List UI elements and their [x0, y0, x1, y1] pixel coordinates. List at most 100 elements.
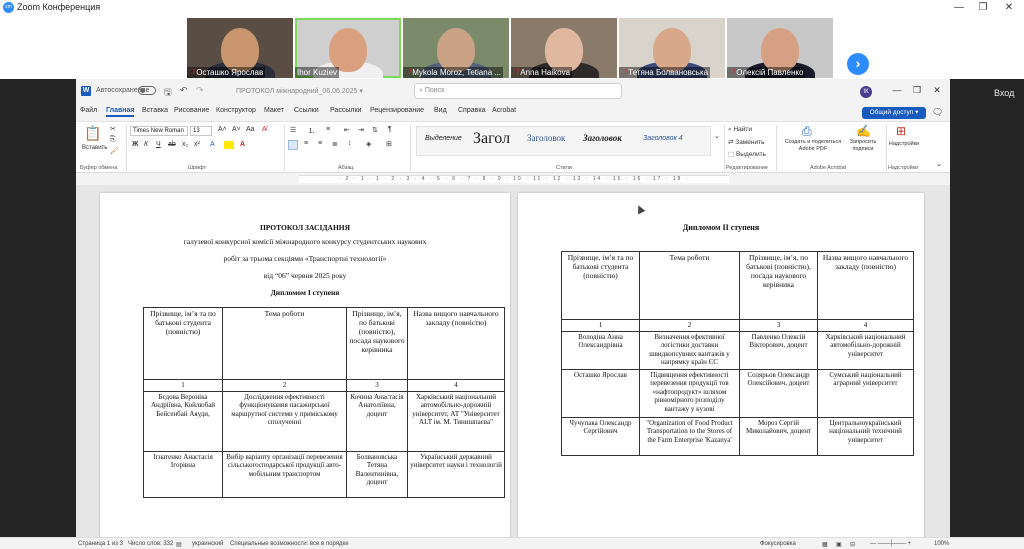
create-pdf-icon[interactable]: ⎙: [802, 124, 812, 139]
tab-9[interactable]: Вид: [434, 107, 447, 114]
align-center-icon[interactable]: ≡: [304, 140, 308, 147]
sort-icon[interactable]: ⇅: [372, 126, 378, 134]
tab-6[interactable]: Ссылки: [294, 107, 319, 114]
search-input[interactable]: ⌕ Поиск: [414, 83, 622, 99]
participant-tile[interactable]: 🎙̸ Mykola Moroz, Tetiana ...: [403, 18, 509, 78]
language[interactable]: украинский: [192, 541, 223, 547]
styles-gallery[interactable]: Выделение Загол Заголовок Заголовок Заго…: [416, 126, 711, 156]
subscript-icon[interactable]: x₂: [182, 141, 188, 148]
document-page-1[interactable]: ПРОТОКОЛ ЗАСІДАННЯ галузевої конкурсної …: [100, 193, 510, 549]
shading-icon[interactable]: ◈: [366, 140, 371, 148]
word-count[interactable]: Число слов: 332: [128, 541, 173, 547]
document-page-2[interactable]: Дипломом ІІ ступеня Прізвище, ім’я та по…: [518, 193, 924, 549]
change-case-icon[interactable]: Aa: [246, 126, 255, 133]
undo-icon[interactable]: ↶: [180, 85, 188, 96]
share-button[interactable]: Общий доступ ▾: [862, 107, 926, 119]
request-sign-button[interactable]: Запросить подписи: [844, 139, 882, 153]
muted-mic-icon: 🎙̸: [621, 69, 627, 76]
accessibility-status[interactable]: Специальные возможности: все в порядке: [230, 541, 349, 547]
zoom-level[interactable]: 100%: [934, 541, 949, 547]
tab-3[interactable]: Рисование: [174, 107, 209, 114]
redo-icon[interactable]: ↷: [196, 85, 204, 96]
tab-4[interactable]: Конструктор: [216, 107, 256, 114]
shrink-font-icon[interactable]: A˅: [232, 126, 241, 133]
word-restore-icon[interactable]: ❐: [908, 85, 926, 96]
tab-11[interactable]: Acrobat: [492, 107, 516, 114]
line-spacing-icon[interactable]: ↕: [348, 140, 352, 147]
read-mode-icon[interactable]: ▦: [822, 541, 828, 548]
participant-tile[interactable]: 🎙̸ Осташко Ярослав: [187, 18, 293, 78]
print-layout-icon[interactable]: ▣: [836, 541, 842, 548]
avatar[interactable]: ІК: [860, 86, 872, 98]
clear-format-icon[interactable]: A̸: [262, 126, 267, 133]
addins-icon[interactable]: ⊞: [896, 124, 906, 138]
format-painter-icon[interactable]: 🖌: [110, 147, 119, 155]
font-size-select[interactable]: 13: [190, 126, 212, 136]
tab-5[interactable]: Макет: [264, 107, 284, 114]
styles-more-icon[interactable]: ⌄: [714, 132, 720, 140]
select-button[interactable]: ⬚ Выделить: [728, 150, 766, 158]
multilevel-list-icon[interactable]: ≡: [326, 126, 330, 133]
create-pdf-button[interactable]: Создать и поделиться Adobe PDF: [780, 139, 846, 153]
tab-2[interactable]: Вставка: [142, 107, 168, 114]
borders-icon[interactable]: ⊞: [386, 140, 392, 148]
save-icon[interactable]: 🖫: [164, 85, 172, 101]
find-button[interactable]: ⌕ Найти: [728, 126, 752, 134]
tab-1[interactable]: Главная: [106, 107, 135, 117]
tab-7[interactable]: Рассылки: [330, 107, 361, 114]
minimize-icon[interactable]: —: [948, 1, 970, 15]
style-heading4[interactable]: Заголовок 4: [643, 135, 683, 142]
page-count[interactable]: Страница 1 из 3: [78, 541, 123, 547]
italic-icon[interactable]: К: [144, 141, 148, 148]
join-label[interactable]: Вход: [994, 88, 1014, 98]
superscript-icon[interactable]: x²: [194, 141, 200, 148]
tab-0[interactable]: Файл: [80, 107, 97, 114]
collapse-ribbon-icon[interactable]: ⌄: [936, 160, 942, 168]
word-minimize-icon[interactable]: —: [888, 85, 906, 95]
numbering-icon[interactable]: ⒈: [308, 126, 315, 136]
maximize-icon[interactable]: ❐: [972, 1, 994, 15]
style-title[interactable]: Загол: [473, 130, 510, 148]
align-left-icon[interactable]: [288, 140, 298, 150]
justify-icon[interactable]: ≣: [332, 140, 338, 148]
show-marks-icon[interactable]: ¶: [388, 126, 392, 133]
web-layout-icon[interactable]: ⊟: [850, 541, 855, 548]
text-effects-icon[interactable]: A: [210, 141, 215, 148]
strikethrough-icon[interactable]: ab: [168, 141, 176, 148]
tab-10[interactable]: Справка: [458, 107, 485, 114]
focus-mode[interactable]: Фокусировка: [760, 541, 796, 547]
word-close-icon[interactable]: ✕: [928, 85, 946, 96]
autosave-toggle[interactable]: [138, 86, 156, 95]
font-name-select[interactable]: Times New Roman: [130, 126, 188, 136]
style-heading2[interactable]: Заголовок: [583, 133, 622, 143]
proofing-icon[interactable]: ▤: [176, 541, 182, 548]
zoom-slider[interactable]: — ——┼—— +: [870, 541, 911, 547]
participant-tile[interactable]: 🎙̸ Тетяна Болвановська: [619, 18, 725, 78]
close-icon[interactable]: ✕: [998, 1, 1020, 15]
participant-tile[interactable]: 🎙̸ Олексій Павленко: [727, 18, 833, 78]
next-page-button[interactable]: ›: [847, 53, 869, 75]
style-emphasis[interactable]: Выделение: [425, 135, 462, 142]
underline-icon[interactable]: Ч: [156, 141, 161, 148]
grow-font-icon[interactable]: A˄: [218, 126, 227, 133]
bullets-icon[interactable]: ☰: [290, 126, 296, 134]
tab-8[interactable]: Рецензирование: [370, 107, 424, 114]
request-sign-icon[interactable]: ✍: [856, 124, 871, 138]
bold-icon[interactable]: Ж: [132, 141, 138, 148]
addins-button[interactable]: Надстройки: [884, 141, 924, 147]
font-color-icon[interactable]: A: [240, 141, 245, 148]
paste-button[interactable]: Вставить: [82, 145, 107, 151]
align-right-icon[interactable]: ≡: [318, 140, 322, 147]
participant-tile[interactable]: 🎙̸ Anna Haikova: [511, 18, 617, 78]
comment-icon[interactable]: 🗨: [932, 107, 943, 118]
increase-indent-icon[interactable]: ⇥: [358, 126, 364, 134]
copy-icon[interactable]: ⎘: [110, 136, 116, 144]
highlight-icon[interactable]: [224, 141, 234, 149]
decrease-indent-icon[interactable]: ⇤: [344, 126, 350, 134]
document-title[interactable]: ПРОТОКОЛ міжнародний_06.06.2025 ▾: [236, 87, 363, 95]
cut-icon[interactable]: ✂: [110, 125, 116, 133]
replace-button[interactable]: ⇄ Заменить: [728, 138, 764, 146]
participant-tile[interactable]: Ihor Kuziev: [295, 18, 401, 78]
style-heading1[interactable]: Заголовок: [527, 133, 565, 143]
paste-icon[interactable]: 📋: [84, 125, 101, 142]
